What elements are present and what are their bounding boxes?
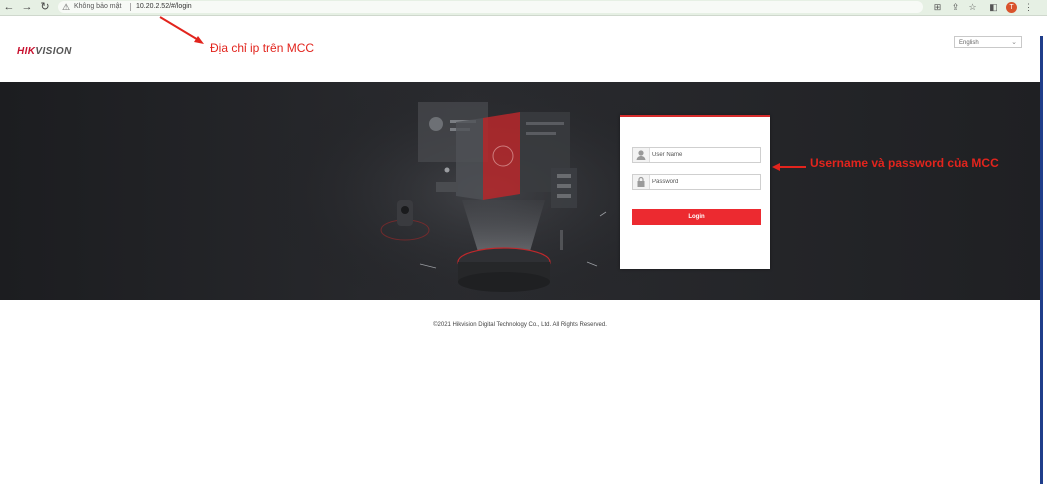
browser-toolbar: ← → ↻ ⚠ Không bảo mật 10.20.2.52/#/login… — [0, 0, 1047, 16]
scan-panel-left — [456, 118, 483, 200]
username-input[interactable] — [650, 148, 762, 162]
face-icon — [429, 117, 443, 131]
url-text[interactable]: 10.20.2.52/#/login — [136, 1, 192, 13]
translate-icon[interactable]: ⊞ — [931, 0, 944, 15]
login-button[interactable]: Login — [632, 209, 761, 225]
credentials-annotation: Username và password của MCC — [810, 156, 999, 170]
readout-box — [436, 182, 458, 192]
login-card: Login — [620, 115, 770, 269]
menu-dots-icon[interactable]: ⋮ — [1022, 0, 1035, 15]
reload-icon[interactable]: ↻ — [38, 0, 52, 15]
device-line — [557, 174, 571, 178]
address-bar[interactable]: ⚠ Không bảo mật 10.20.2.52/#/login — [58, 1, 923, 13]
device-line — [557, 184, 571, 188]
monitor-line — [526, 132, 556, 135]
username-field[interactable] — [632, 147, 762, 163]
spark-bar — [560, 230, 563, 250]
logo-text-hik: HIK — [17, 46, 36, 57]
login-banner — [0, 82, 1040, 300]
base-device-bottom — [458, 272, 550, 292]
scrollbar-thumb[interactable] — [1040, 36, 1043, 484]
camera-lens — [401, 206, 409, 214]
language-select[interactable]: English ⌄ — [954, 36, 1022, 48]
warning-icon[interactable]: ⚠ — [62, 1, 70, 13]
lock-icon — [633, 175, 650, 189]
forward-icon[interactable]: → — [20, 0, 34, 15]
bookmark-star-icon[interactable]: ☆ — [966, 0, 979, 15]
hikvision-logo: HIKVISION — [17, 46, 72, 57]
security-label[interactable]: Không bảo mật — [74, 1, 121, 13]
device-line — [557, 194, 571, 198]
copyright-text: ©2021 Hikvision Digital Technology Co., … — [433, 322, 607, 328]
profile-avatar[interactable]: T — [1006, 2, 1017, 13]
password-input[interactable] — [650, 175, 762, 189]
side-panel-icon[interactable]: ◧ — [987, 0, 1000, 15]
red-scan-panel — [483, 112, 520, 200]
share-icon[interactable]: ⇪ — [949, 0, 962, 15]
readout-dot — [444, 167, 450, 173]
page-scrollbar[interactable] — [1040, 16, 1047, 484]
back-icon[interactable]: ← — [2, 0, 16, 15]
language-value: English — [959, 40, 979, 46]
banner-illustration — [260, 82, 720, 300]
logo-text-vision: VISION — [35, 46, 72, 57]
user-icon — [633, 148, 650, 162]
separator — [130, 3, 131, 11]
password-field[interactable] — [632, 174, 762, 190]
ip-annotation: Địa chỉ ip trên MCC — [210, 41, 315, 55]
chevron-down-icon: ⌄ — [1011, 39, 1017, 46]
page-header — [0, 16, 1040, 82]
monitor-line — [526, 122, 564, 125]
